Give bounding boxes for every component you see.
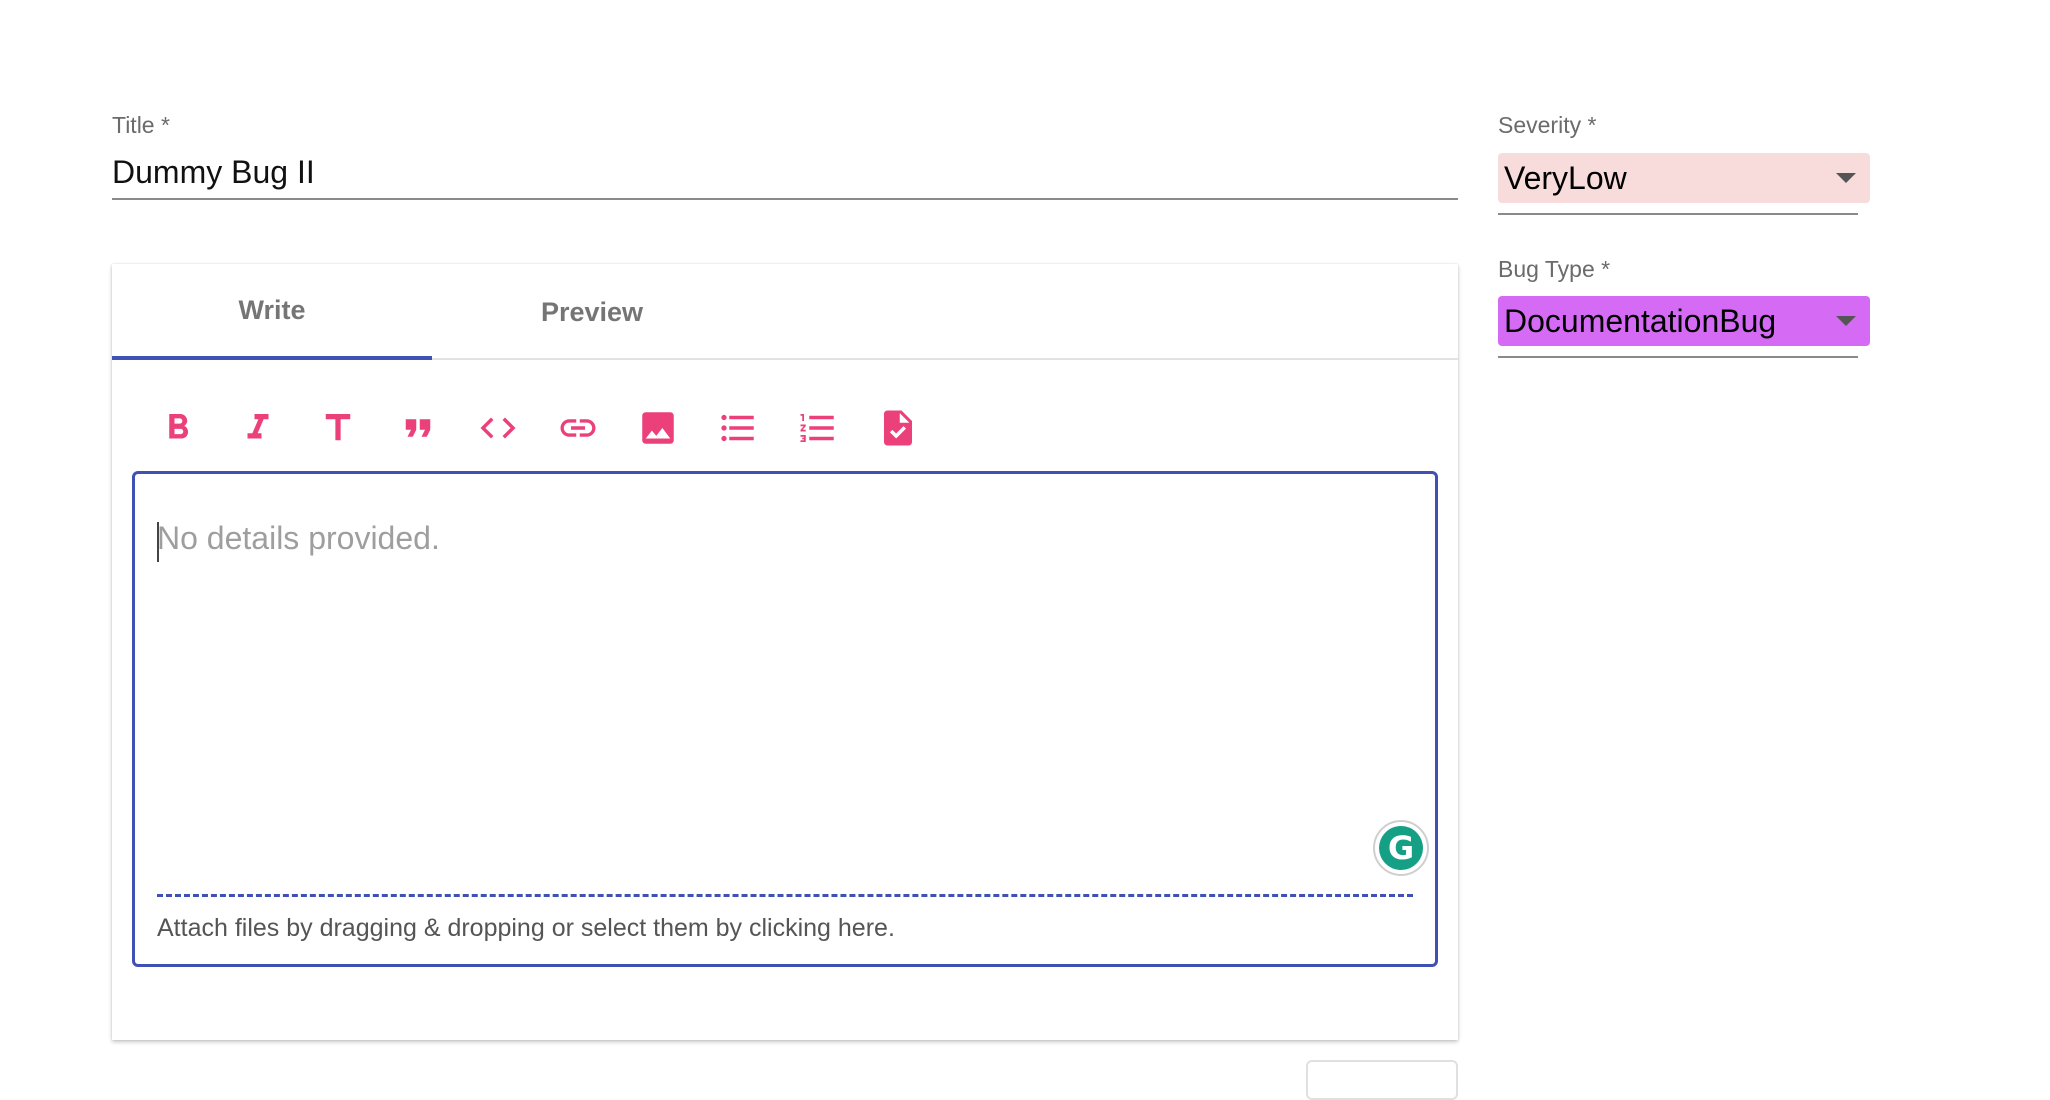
submit-button[interactable] [1306,1060,1458,1100]
markdown-toolbar [138,400,938,456]
ordered-list-icon[interactable] [778,400,858,456]
link-icon[interactable] [538,400,618,456]
title-label: Title * [112,112,170,138]
attach-files-link[interactable]: Attach files by dragging & dropping or s… [157,914,895,943]
header-icon[interactable] [298,400,378,456]
severity-underline [1498,213,1858,215]
severity-value: VeryLow [1504,159,1627,196]
chevron-down-icon [1836,316,1856,326]
bug-type-label: Bug Type * [1498,256,1611,282]
title-input[interactable]: Dummy Bug II [112,152,1458,200]
bug-type-value-box[interactable]: DocumentationBug [1498,296,1870,346]
checked-list-icon[interactable] [858,400,938,456]
editor-tabs: Write Preview [112,264,1458,360]
tab-write[interactable]: Write [112,264,432,360]
italic-icon[interactable] [218,400,298,456]
text-cursor [157,522,159,562]
description-placeholder: No details provided. [157,520,440,556]
unordered-list-icon[interactable] [698,400,778,456]
bold-icon[interactable] [138,400,218,456]
bug-type-select[interactable]: DocumentationBug [1498,296,1870,358]
attach-divider [157,894,1413,897]
bug-type-value: DocumentationBug [1504,302,1777,339]
description-editor: Write Preview No details provided. G Att… [112,264,1458,1040]
severity-select[interactable]: VeryLow [1498,153,1870,215]
severity-value-box[interactable]: VeryLow [1498,153,1870,203]
chevron-down-icon [1836,173,1856,183]
grammarly-icon[interactable]: G [1373,820,1429,876]
bug-type-underline [1498,356,1858,358]
description-textarea[interactable]: No details provided. G Attach files by d… [132,471,1438,967]
image-icon[interactable] [618,400,698,456]
quote-icon[interactable] [378,400,458,456]
code-icon[interactable] [458,400,538,456]
severity-label: Severity * [1498,112,1597,138]
tab-preview[interactable]: Preview [432,264,752,360]
